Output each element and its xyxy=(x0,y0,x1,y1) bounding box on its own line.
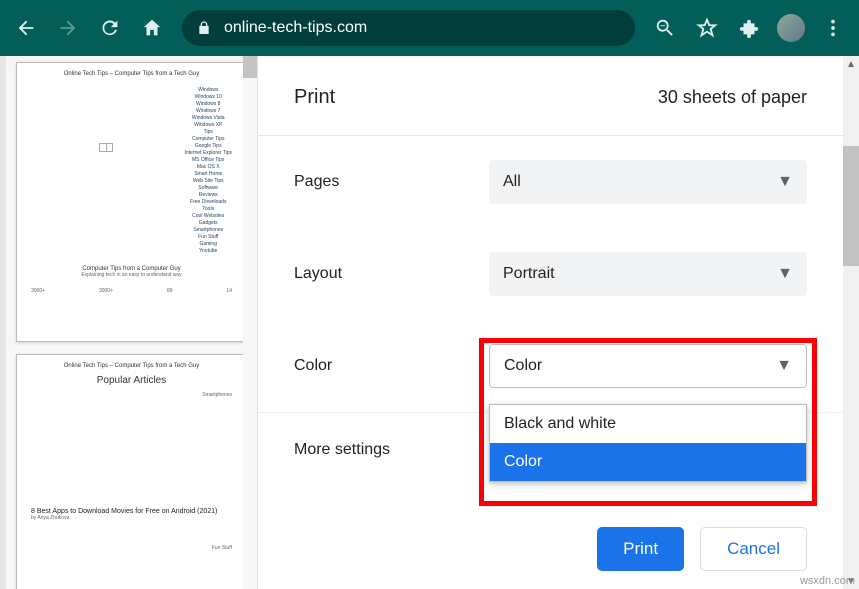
preview-page-1[interactable]: Online Tech Tips – Computer Tips from a … xyxy=(16,62,247,342)
thumb-link: Internet Explorer Tips xyxy=(184,150,232,156)
sheet-count: 30 sheets of paper xyxy=(658,87,807,108)
browser-toolbar: online-tech-tips.com xyxy=(0,0,859,56)
thumb-link: Windows XP xyxy=(194,122,222,128)
layout-row: Layout Portrait ▼ xyxy=(294,228,807,320)
thumb-link: Gaming xyxy=(199,241,217,247)
thumb-link: Windows xyxy=(198,87,218,93)
thumb-link: Windows 8 xyxy=(196,101,220,107)
preview-page-2[interactable]: Online Tech Tips – Computer Tips from a … xyxy=(16,354,247,589)
thumb-link: Cool Websites xyxy=(192,213,224,219)
print-button[interactable]: Print xyxy=(597,527,684,571)
color-option-color[interactable]: Color xyxy=(490,443,806,481)
print-dialog: Print 30 sheets of paper Pages All ▼ Lay… xyxy=(258,56,859,589)
print-preview-pane[interactable]: Online Tech Tips – Computer Tips from a … xyxy=(6,56,258,589)
scroll-up-icon[interactable]: ▲ xyxy=(843,56,859,72)
chevron-down-icon: ▼ xyxy=(776,357,792,375)
color-value: Color xyxy=(504,357,542,375)
back-button[interactable] xyxy=(8,10,44,46)
thumb-link: Web Site Tips xyxy=(193,178,224,184)
dialog-scrollbar[interactable]: ▲ ▼ xyxy=(843,56,859,589)
star-icon[interactable] xyxy=(689,10,725,46)
thumb-link: Windows 7 xyxy=(196,108,220,114)
article-title: 8 Best Apps to Download Movies for Free … xyxy=(31,508,232,515)
thumb-footer: 3000+ 3000+ 89 14 xyxy=(31,288,232,294)
layout-label: Layout xyxy=(294,265,489,283)
thumb-tagline: Explaining tech in an easy to understand… xyxy=(31,272,232,278)
thumb-header: Online Tech Tips – Computer Tips from a … xyxy=(31,71,232,77)
layout-value: Portrait xyxy=(503,265,555,283)
thumb-link: Computer Tips xyxy=(192,136,225,142)
thumb-link: Windows Vista xyxy=(192,115,225,121)
pages-label: Pages xyxy=(294,173,489,191)
pages-row: Pages All ▼ xyxy=(294,136,807,228)
thumb-link: Smart Home xyxy=(194,171,222,177)
thumb-header-2: Online Tech Tips – Computer Tips from a … xyxy=(31,363,232,369)
watermark: wsxdn.com xyxy=(800,575,855,587)
dialog-scrollbar-thumb[interactable] xyxy=(843,146,859,266)
thumb-link: Free Downloads xyxy=(190,199,226,205)
thumb-link: Mac OS X xyxy=(197,164,220,170)
thumb-link: Tools xyxy=(202,206,214,212)
book-icon xyxy=(99,143,113,152)
thumb-stat: 3000+ xyxy=(31,288,45,294)
home-button[interactable] xyxy=(134,10,170,46)
thumb-link: MS Office Tips xyxy=(192,157,224,163)
thumb-link: Reviews xyxy=(199,192,218,198)
forward-button[interactable] xyxy=(50,10,86,46)
preview-scrollbar[interactable] xyxy=(243,56,257,589)
article-byline: by Anya Zhukova xyxy=(31,515,232,521)
dialog-footer: Print Cancel xyxy=(258,509,843,589)
thumb-stat: 3000+ xyxy=(99,288,113,294)
zoom-icon[interactable] xyxy=(647,10,683,46)
extensions-icon[interactable] xyxy=(731,10,767,46)
thumb-stat: 89 xyxy=(167,288,173,294)
reload-button[interactable] xyxy=(92,10,128,46)
url-host: online-tech-tips.com xyxy=(224,19,367,37)
thumb-link: Google Tips xyxy=(195,143,222,149)
chevron-down-icon: ▼ xyxy=(777,265,793,283)
thumb-link: Tips xyxy=(204,129,213,135)
thumb-category: Smartphones xyxy=(31,392,232,398)
thumb-link: Fun Stuff xyxy=(198,234,218,240)
dialog-title: Print xyxy=(294,86,335,109)
preview-scrollbar-thumb[interactable] xyxy=(243,56,257,78)
lock-icon xyxy=(196,20,212,36)
thumb-link: Youtube xyxy=(199,248,217,254)
popular-heading: Popular Articles xyxy=(31,375,232,386)
dialog-header: Print 30 sheets of paper xyxy=(258,56,843,136)
content-area: Online Tech Tips – Computer Tips from a … xyxy=(0,56,859,589)
profile-avatar[interactable] xyxy=(773,10,809,46)
thumb-stat: 14 xyxy=(226,288,232,294)
pages-select[interactable]: All ▼ xyxy=(489,160,807,204)
thumb-link: Gadgets xyxy=(199,220,218,226)
address-bar[interactable]: online-tech-tips.com xyxy=(182,10,635,46)
thumb-link: Smartphones xyxy=(193,227,223,233)
thumb-links: WindowsWindows 10Windows 8Windows 7Windo… xyxy=(184,87,232,254)
menu-icon[interactable] xyxy=(815,10,851,46)
color-row: Color Color ▼ Black and white Color xyxy=(294,320,807,412)
more-settings-label: More settings xyxy=(294,441,390,459)
thumb-tag: Fun Stuff xyxy=(31,545,232,551)
cancel-button[interactable]: Cancel xyxy=(700,527,807,571)
color-option-bw[interactable]: Black and white xyxy=(490,405,806,443)
pages-value: All xyxy=(503,173,521,191)
thumb-link: Windows 10 xyxy=(195,94,222,100)
color-label: Color xyxy=(294,357,489,375)
color-dropdown: Black and white Color xyxy=(489,404,807,482)
thumb-link: Software xyxy=(198,185,218,191)
chevron-down-icon: ▼ xyxy=(777,173,793,191)
color-select[interactable]: Color ▼ xyxy=(489,344,807,388)
layout-select[interactable]: Portrait ▼ xyxy=(489,252,807,296)
